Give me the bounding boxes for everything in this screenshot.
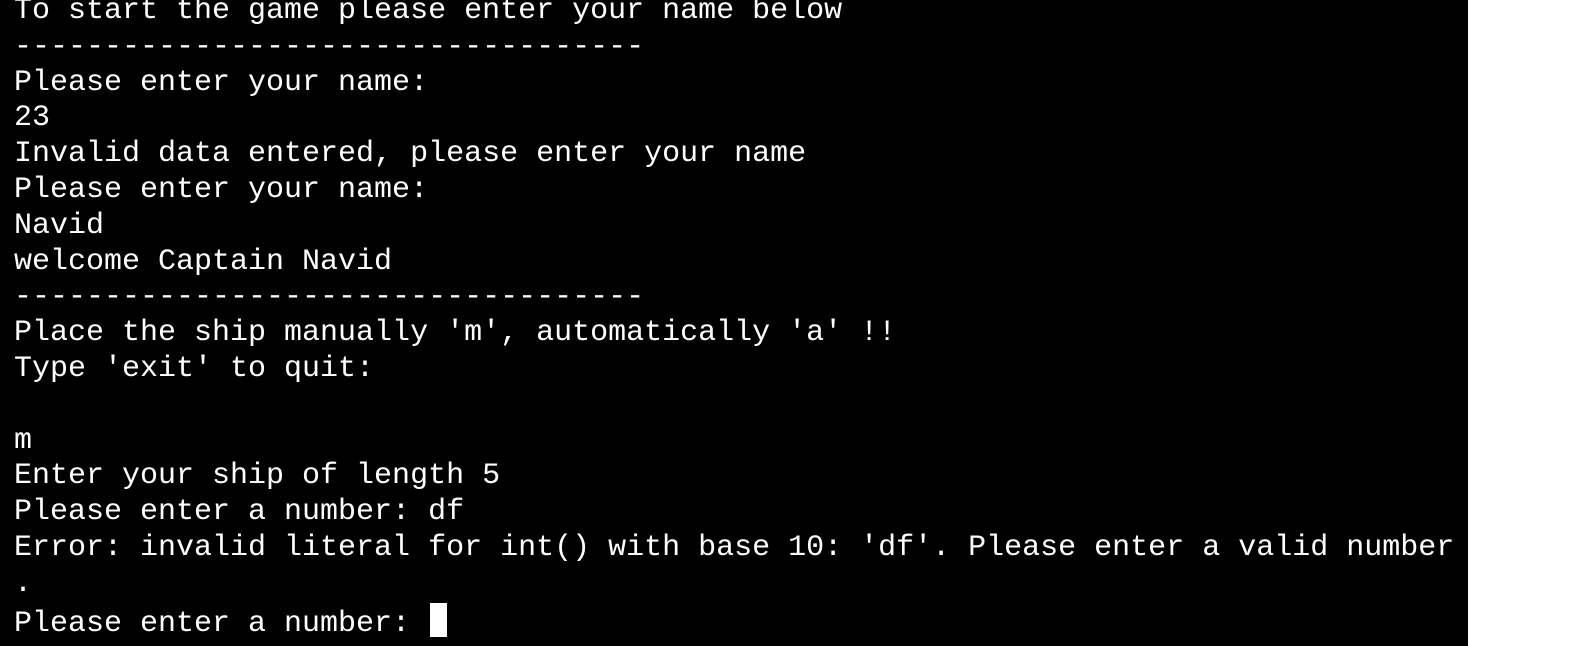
terminal-cursor[interactable]: [430, 602, 448, 637]
terminal-line: .: [14, 566, 33, 601]
terminal-window[interactable]: To start the game please enter your name…: [0, 0, 1468, 646]
terminal-line: m: [14, 423, 33, 458]
terminal-input-line[interactable]: Please enter a number:: [14, 602, 1454, 641]
terminal-line: Place the ship manually 'm', automatical…: [14, 316, 897, 351]
terminal-separator: -----------------------------------: [14, 280, 645, 315]
terminal-error-line: Error: invalid literal for int() with ba…: [14, 530, 1455, 565]
terminal-output: To start the game please enter your name…: [14, 0, 1455, 641]
terminal-line: Please enter a number: df: [14, 495, 465, 530]
terminal-line: Navid: [14, 208, 105, 243]
terminal-separator: -----------------------------------: [14, 29, 645, 64]
terminal-line: Enter your ship of length 5: [14, 459, 501, 494]
terminal-line: To start the game please enter your name…: [14, 0, 843, 28]
terminal-line: welcome Captain Navid: [14, 244, 393, 279]
terminal-line: 23: [14, 101, 51, 136]
terminal-line: Please enter your name:: [14, 172, 429, 207]
terminal-line: Invalid data entered, please enter your …: [14, 137, 807, 172]
terminal-line: Please enter your name:: [14, 65, 429, 100]
terminal-line: Type 'exit' to quit:: [14, 351, 375, 386]
terminal-prompt: Please enter a number:: [14, 606, 429, 641]
